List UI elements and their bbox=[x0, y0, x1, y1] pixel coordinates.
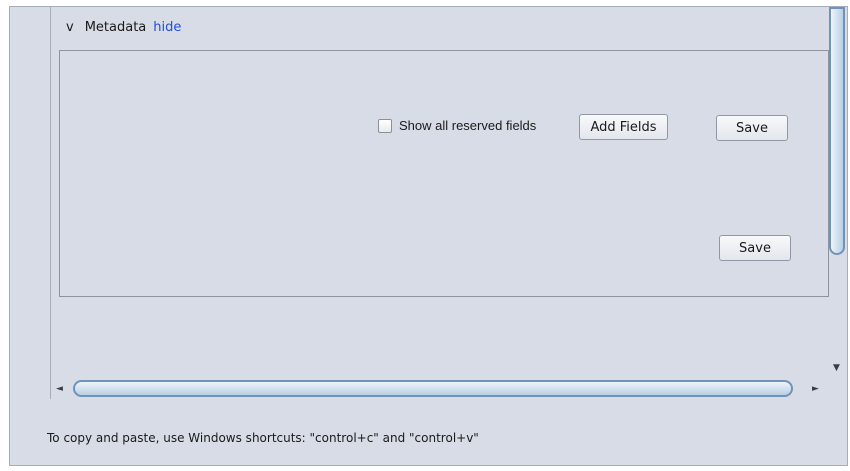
metadata-title: Metadata bbox=[84, 19, 147, 35]
show-reserved-fields-checkbox[interactable] bbox=[378, 118, 392, 133]
content-window: v Metadata hide Show all reserved fields… bbox=[9, 6, 848, 466]
show-reserved-fields-option[interactable]: Show all reserved fields bbox=[378, 118, 536, 133]
collapse-chevron-icon[interactable]: v bbox=[66, 20, 74, 35]
horizontal-scroll-thumb[interactable] bbox=[73, 380, 793, 397]
save-button-top[interactable]: Save bbox=[716, 115, 788, 141]
vertical-scroll-thumb[interactable] bbox=[829, 7, 845, 255]
hide-link[interactable]: hide bbox=[153, 20, 181, 35]
horizontal-scrollbar[interactable]: ◄ ► bbox=[50, 379, 827, 397]
scroll-region: v Metadata hide Show all reserved fields… bbox=[50, 7, 850, 399]
vertical-scrollbar[interactable]: ▼ bbox=[827, 7, 848, 387]
show-reserved-fields-label: Show all reserved fields bbox=[399, 118, 537, 133]
metadata-panel: Show all reserved fields Add Fields Save… bbox=[59, 50, 829, 297]
copy-paste-hint: To copy and paste, use Windows shortcuts… bbox=[47, 431, 479, 445]
save-button-bottom[interactable]: Save bbox=[719, 235, 791, 261]
scroll-down-arrow-icon[interactable]: ▼ bbox=[833, 363, 840, 373]
scroll-left-arrow-icon[interactable]: ◄ bbox=[56, 384, 63, 394]
scroll-right-arrow-icon[interactable]: ► bbox=[812, 384, 819, 394]
add-fields-button[interactable]: Add Fields bbox=[579, 114, 668, 140]
metadata-header: v Metadata hide bbox=[66, 17, 181, 37]
